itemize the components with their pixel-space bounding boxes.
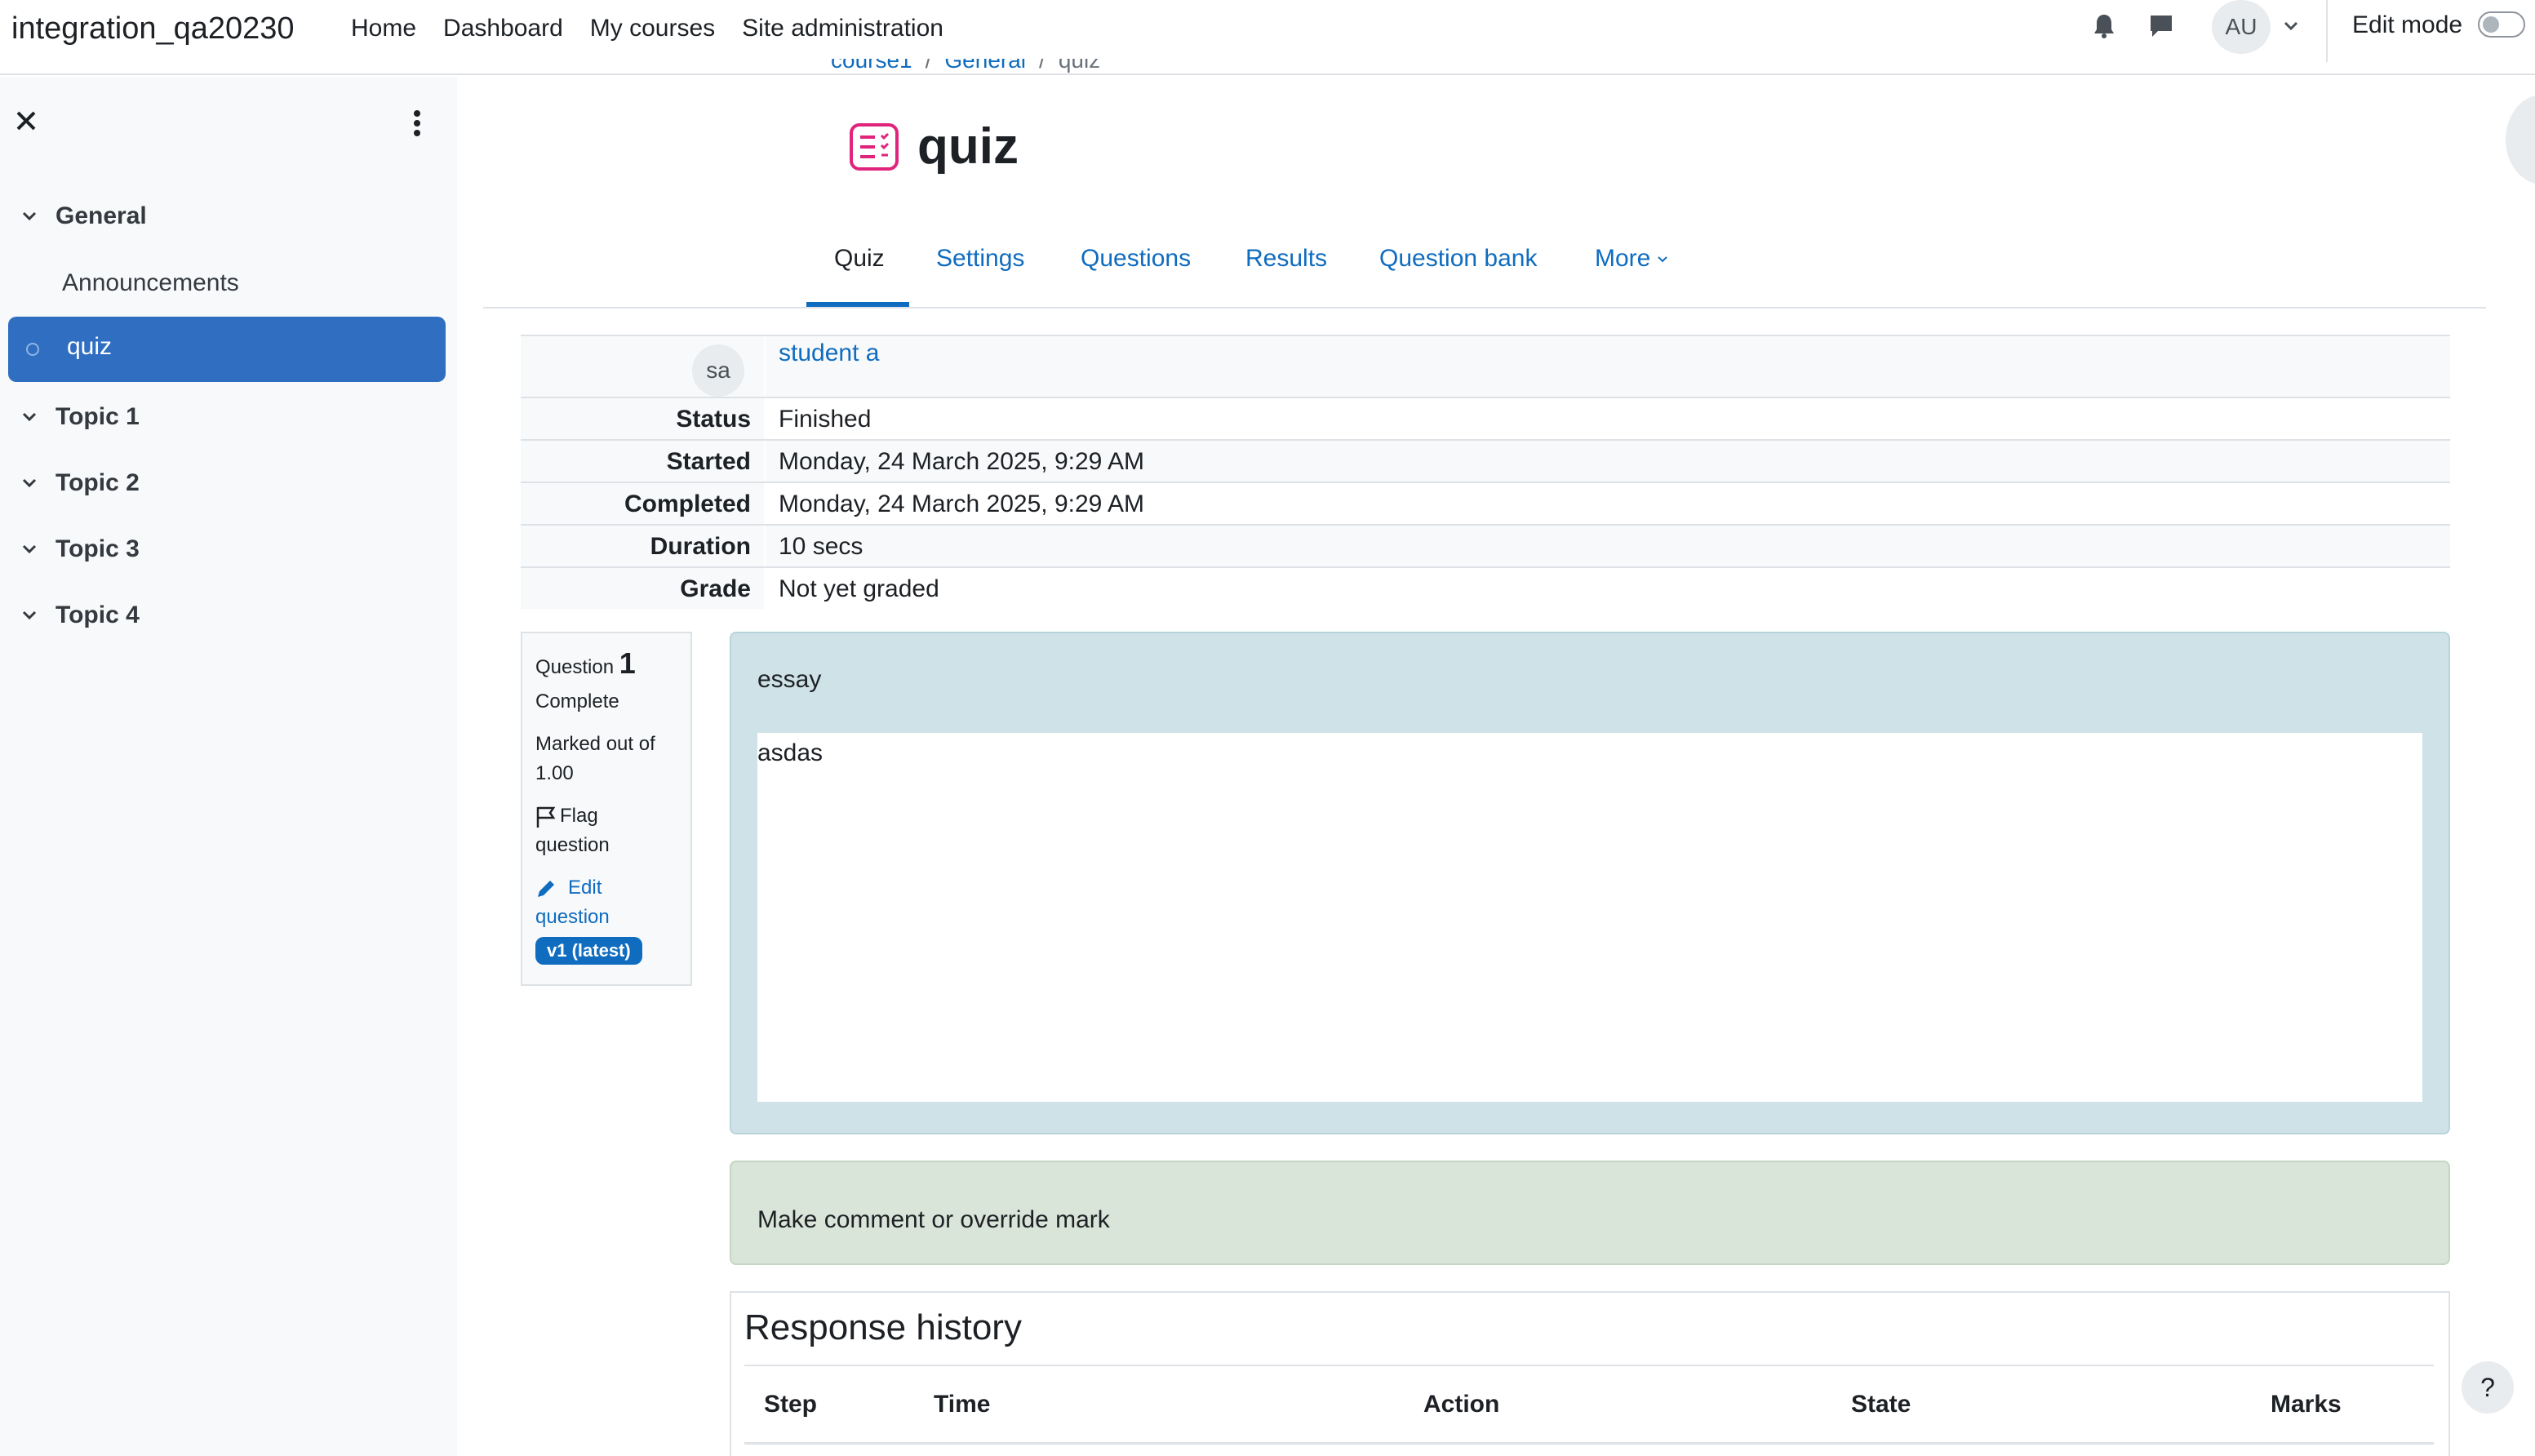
chevron-down-icon[interactable] (21, 610, 38, 621)
drawer-item-quiz[interactable]: quiz (8, 317, 446, 382)
flag-question-label: question (535, 834, 610, 856)
summary-value: Not yet graded (779, 575, 939, 602)
question-info-box: Question 1 Complete Marked out of 1.00 F… (521, 632, 692, 986)
drawer-item-label: quiz (67, 333, 113, 360)
chevron-down-icon[interactable] (2282, 18, 2300, 34)
summary-label: Completed (521, 483, 766, 524)
section-topic-1[interactable]: Topic 1 (21, 403, 140, 431)
edit-mode-label: Edit mode (2352, 11, 2463, 38)
summary-value: Monday, 24 March 2025, 9:29 AM (779, 448, 1145, 475)
secondary-nav-tabs: Quiz Settings Questions Results Question… (483, 237, 2486, 309)
flag-question-button[interactable]: Flag (535, 801, 677, 831)
navbar-divider (2326, 0, 2328, 62)
summary-label: Started (521, 441, 766, 482)
column-header-time: Time (934, 1391, 991, 1418)
response-history-title: Response history (744, 1307, 1022, 1347)
section-label: Topic 4 (55, 601, 140, 628)
nav-dashboard[interactable]: Dashboard (443, 15, 563, 42)
column-header-marks: Marks (2271, 1391, 2342, 1418)
help-button[interactable]: ? (2462, 1361, 2514, 1414)
breadcrumb: course1/General / quiz (831, 59, 1100, 78)
response-history: Response history Step Time Action State … (730, 1291, 2450, 1456)
user-avatar[interactable]: AU (2212, 0, 2271, 54)
question-marks-line1: Marked out of (535, 733, 655, 755)
version-badge: v1 (latest) (535, 937, 642, 965)
question-marks-line2: 1.00 (535, 762, 574, 784)
kebab-menu-icon[interactable] (411, 109, 423, 137)
question-text: essay (757, 666, 822, 693)
breadcrumb-current: quiz (1058, 59, 1101, 73)
question-number: Question 1 (535, 646, 636, 680)
primary-nav: Home Dashboard My courses Site administr… (351, 15, 970, 42)
section-label: Topic 3 (55, 535, 140, 562)
summary-row-completed: Completed Monday, 24 March 2025, 9:29 AM (521, 482, 2450, 524)
summary-value: 10 secs (779, 533, 863, 560)
section-label: Topic 1 (55, 403, 140, 430)
drawer-item-announcements[interactable]: Announcements (62, 269, 239, 297)
chevron-down-icon[interactable] (21, 211, 38, 222)
section-topic-3[interactable]: Topic 3 (21, 535, 140, 563)
course-index-drawer: General Announcements quiz Topic 1 Topic… (0, 77, 457, 1456)
section-label: General (55, 202, 147, 229)
tab-more-label: More (1595, 245, 1651, 272)
student-name-link[interactable]: student a (779, 340, 879, 367)
edit-mode-toggle[interactable] (2478, 11, 2525, 38)
summary-row-status: Status Finished (521, 397, 2450, 439)
messages-chat-icon[interactable] (2148, 13, 2174, 39)
flag-icon (536, 806, 556, 828)
active-tab-indicator (806, 302, 909, 307)
block-drawer-toggle[interactable] (2506, 95, 2535, 184)
tab-questions[interactable]: Questions (1081, 245, 1191, 273)
make-comment-link[interactable]: Make comment or override mark (757, 1206, 1110, 1234)
top-navbar: integration_qa20230 Home Dashboard My co… (0, 0, 2535, 75)
tab-settings[interactable]: Settings (936, 245, 1024, 273)
nav-home[interactable]: Home (351, 15, 416, 42)
column-header-action: Action (1423, 1391, 1500, 1418)
chevron-down-icon[interactable] (21, 544, 38, 555)
edit-question-link[interactable]: Edit (535, 873, 677, 903)
breadcrumb-item[interactable]: General (944, 59, 1026, 73)
chevron-down-icon (1658, 256, 1668, 263)
essay-response-text: asdas (757, 739, 824, 766)
column-header-state: State (1851, 1391, 1911, 1418)
column-header-step: Step (764, 1391, 818, 1418)
summary-value: Monday, 24 March 2025, 9:29 AM (779, 491, 1145, 517)
chevron-down-icon[interactable] (21, 411, 38, 423)
question-content: essay asdas (730, 632, 2450, 1134)
summary-label: Status (521, 398, 766, 439)
student-avatar: sa (692, 344, 744, 397)
tab-results[interactable]: Results (1245, 245, 1327, 273)
tab-more[interactable]: More (1595, 245, 1668, 273)
nav-site-administration[interactable]: Site administration (742, 15, 943, 42)
tab-quiz[interactable]: Quiz (834, 245, 885, 273)
pencil-icon (538, 880, 554, 897)
page-title: quiz (917, 118, 1019, 175)
chevron-down-icon[interactable] (21, 477, 38, 489)
section-topic-2[interactable]: Topic 2 (21, 469, 140, 497)
summary-value: Finished (779, 406, 872, 433)
summary-row-duration: Duration 10 secs (521, 524, 2450, 566)
comment-section: Make comment or override mark (730, 1161, 2450, 1265)
site-name[interactable]: integration_qa20230 (11, 11, 295, 47)
summary-row-started: Started Monday, 24 March 2025, 9:29 AM (521, 439, 2450, 482)
notifications-bell-icon[interactable] (2093, 13, 2115, 39)
summary-row-grade: Grade Not yet graded (521, 566, 2450, 609)
completion-circle-icon (26, 343, 39, 356)
quiz-icon (850, 123, 899, 171)
attempt-summary-table: sa student a Status Finished Started Mon… (521, 335, 2450, 609)
section-label: Topic 2 (55, 469, 140, 496)
tab-question-bank[interactable]: Question bank (1379, 245, 1537, 273)
summary-label: Grade (521, 568, 766, 609)
section-topic-4[interactable]: Topic 4 (21, 601, 140, 629)
close-icon[interactable] (15, 109, 38, 132)
response-history-header: Step Time Action State Marks (744, 1365, 2434, 1445)
question-state: Complete (535, 690, 619, 712)
essay-response: asdas (757, 733, 2422, 1102)
summary-user-row: sa student a (521, 335, 2450, 397)
nav-my-courses[interactable]: My courses (590, 15, 715, 42)
section-general[interactable]: General (21, 202, 147, 230)
edit-question-link-label[interactable]: question (535, 903, 677, 932)
summary-label: Duration (521, 526, 766, 566)
breadcrumb-item[interactable]: course1 (831, 59, 912, 73)
